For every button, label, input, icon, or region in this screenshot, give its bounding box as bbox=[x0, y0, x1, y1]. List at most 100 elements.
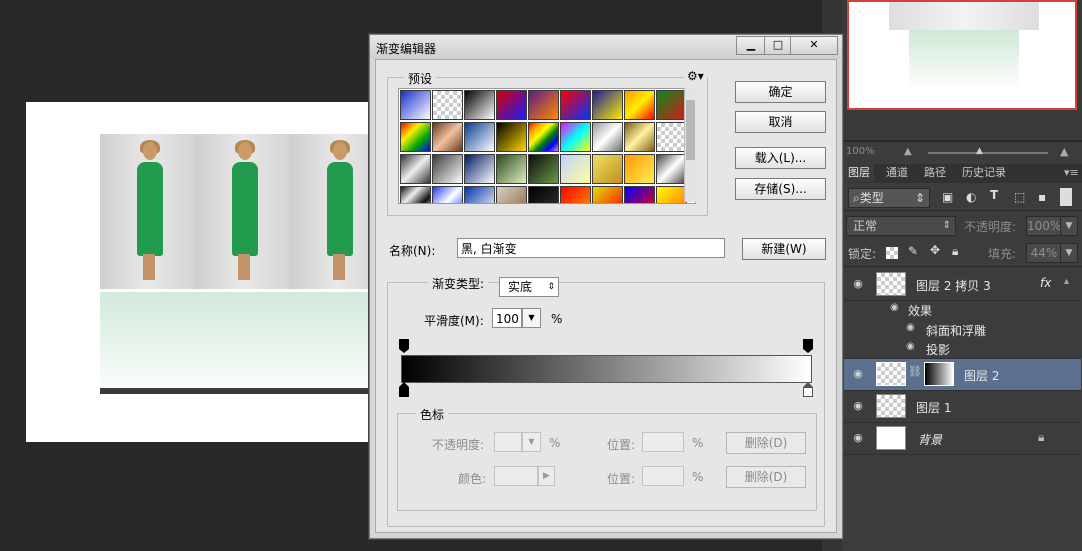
adjustment-filter-icon[interactable]: ◐ bbox=[966, 190, 976, 204]
chain-link-icon[interactable]: ⛓ bbox=[908, 365, 922, 378]
filter-kind-select[interactable]: ⌕类型 ⇕ bbox=[848, 188, 930, 208]
preset-swatch[interactable] bbox=[624, 90, 655, 120]
opacity-dropdown-icon[interactable]: ▼ bbox=[1060, 216, 1078, 236]
preset-swatch[interactable] bbox=[400, 186, 431, 203]
layer-name[interactable]: 图层 1 bbox=[916, 399, 951, 416]
delete-opacity-stop-button[interactable]: 删除(D) bbox=[726, 432, 806, 454]
layer-row-background[interactable]: ◉ 背景 🔒︎ bbox=[842, 423, 1081, 455]
tab-paths[interactable]: 路径 bbox=[920, 164, 950, 182]
color-stop-right[interactable] bbox=[803, 382, 813, 397]
preset-swatch[interactable] bbox=[464, 154, 495, 184]
shape-filter-icon[interactable]: ⬚ bbox=[1014, 190, 1025, 204]
layer-mask-thumbnail[interactable] bbox=[924, 362, 954, 386]
color-stop-left[interactable] bbox=[399, 382, 409, 397]
stop-opacity-input[interactable] bbox=[494, 432, 522, 452]
fill-field[interactable]: 44% bbox=[1026, 243, 1062, 263]
zoom-in-icon[interactable]: ▲ bbox=[1060, 145, 1068, 158]
lock-all-icon[interactable]: 🔒︎ bbox=[952, 244, 958, 259]
preset-swatch[interactable] bbox=[464, 122, 495, 152]
preset-swatch[interactable] bbox=[656, 122, 687, 152]
layer-row-layer2-selected[interactable]: ◉ ⛓ 图层 2 bbox=[842, 359, 1081, 391]
preset-swatch[interactable] bbox=[624, 186, 655, 203]
gradient-preview-bar[interactable] bbox=[401, 355, 812, 383]
color-location-input[interactable] bbox=[642, 466, 684, 486]
gradient-type-select[interactable]: 实底 ⇕ bbox=[499, 277, 559, 297]
preset-swatch[interactable] bbox=[432, 122, 463, 152]
ok-button[interactable]: 确定 bbox=[735, 81, 826, 103]
panel-menu-icon[interactable]: ▾≡ bbox=[1064, 166, 1079, 179]
opacity-field[interactable]: 100% bbox=[1026, 216, 1062, 236]
preset-swatch[interactable] bbox=[624, 122, 655, 152]
preset-swatch[interactable] bbox=[496, 122, 527, 152]
zoom-slider[interactable] bbox=[928, 152, 1048, 154]
preset-swatch[interactable] bbox=[496, 154, 527, 184]
preset-swatch[interactable] bbox=[464, 186, 495, 203]
collapse-arrow-icon[interactable]: ▴ bbox=[1064, 276, 1069, 287]
preset-swatch[interactable] bbox=[400, 154, 431, 184]
lock-move-icon[interactable]: ✥ bbox=[930, 243, 940, 257]
stop-color-swatch[interactable] bbox=[494, 466, 538, 486]
preset-swatches[interactable] bbox=[398, 88, 696, 204]
preset-swatch[interactable] bbox=[592, 186, 623, 203]
preset-swatch[interactable] bbox=[560, 122, 591, 152]
opacity-stop-right[interactable] bbox=[803, 339, 813, 353]
visibility-eye-icon[interactable]: ◉ bbox=[850, 366, 866, 382]
type-filter-icon[interactable]: T bbox=[990, 188, 998, 202]
preset-swatch[interactable] bbox=[528, 90, 559, 120]
preset-swatch[interactable] bbox=[560, 154, 591, 184]
lock-transparent-icon[interactable] bbox=[886, 247, 898, 259]
layer-name[interactable]: 图层 2 bbox=[964, 367, 999, 384]
preset-swatch[interactable] bbox=[656, 186, 687, 203]
smoothness-input[interactable]: 100 bbox=[492, 308, 522, 328]
visibility-eye-icon[interactable]: ◉ bbox=[850, 430, 866, 446]
image-filter-icon[interactable]: ▣ bbox=[942, 190, 953, 204]
minimize-button[interactable]: ▁ bbox=[736, 36, 766, 55]
preset-swatch[interactable] bbox=[432, 186, 463, 203]
stop-opacity-dropdown-icon[interactable]: ▼ bbox=[522, 432, 541, 452]
zoom-out-icon[interactable]: ▲ bbox=[904, 146, 912, 157]
cancel-button[interactable]: 取消 bbox=[735, 111, 826, 133]
layer-row-copy3[interactable]: ◉ 图层 2 拷贝 3 fx ▴ bbox=[842, 268, 1081, 301]
preset-swatch[interactable] bbox=[528, 154, 559, 184]
preset-swatch[interactable] bbox=[592, 154, 623, 184]
preset-swatch[interactable] bbox=[400, 90, 431, 120]
opacity-location-input[interactable] bbox=[642, 432, 684, 452]
stop-color-arrow-icon[interactable]: ▶ bbox=[538, 466, 555, 486]
visibility-eye-icon[interactable]: ◉ bbox=[850, 398, 866, 414]
name-input[interactable]: 黑, 白渐变 bbox=[457, 238, 725, 258]
opacity-stop-left[interactable] bbox=[399, 339, 409, 353]
preset-swatch[interactable] bbox=[528, 186, 559, 203]
effect-shadow-row[interactable]: ◉ 投影 bbox=[842, 340, 1081, 359]
visibility-eye-icon[interactable]: ◉ bbox=[906, 341, 915, 352]
effect-bevel-row[interactable]: ◉ 斜面和浮雕 bbox=[842, 320, 1081, 340]
delete-color-stop-button[interactable]: 删除(D) bbox=[726, 466, 806, 488]
preset-swatch[interactable] bbox=[496, 186, 527, 203]
tab-history[interactable]: 历史记录 bbox=[958, 164, 1010, 182]
fx-icon[interactable]: fx bbox=[1040, 276, 1051, 290]
preset-swatch[interactable] bbox=[432, 90, 463, 120]
preset-swatch[interactable] bbox=[656, 154, 687, 184]
load-button[interactable]: 载入(L)... bbox=[735, 147, 826, 169]
swatches-scrollbar[interactable] bbox=[684, 88, 696, 202]
lock-brush-icon[interactable]: ✎ bbox=[908, 244, 918, 258]
save-button[interactable]: 存储(S)... bbox=[735, 178, 826, 200]
zoom-slider-thumb[interactable]: ▲ bbox=[976, 146, 983, 156]
close-button[interactable]: ✕ bbox=[790, 36, 838, 55]
visibility-eye-icon[interactable]: ◉ bbox=[890, 302, 899, 313]
filter-toggle[interactable] bbox=[1060, 188, 1072, 206]
effects-row[interactable]: ◉ 效果 bbox=[842, 300, 1081, 320]
navigator-preview[interactable] bbox=[847, 0, 1077, 110]
gear-icon[interactable]: ⚙▾ bbox=[684, 69, 707, 83]
visibility-eye-icon[interactable]: ◉ bbox=[850, 276, 866, 292]
preset-swatch[interactable] bbox=[592, 90, 623, 120]
smoothness-dropdown-icon[interactable]: ▼ bbox=[522, 308, 541, 328]
document-canvas[interactable] bbox=[26, 102, 376, 442]
title-bar[interactable]: 渐变编辑器 ▁ □ ✕ bbox=[370, 35, 842, 59]
preset-swatch[interactable] bbox=[560, 186, 591, 203]
tab-channels[interactable]: 通道 bbox=[882, 164, 912, 182]
preset-swatch[interactable] bbox=[592, 122, 623, 152]
preset-swatch[interactable] bbox=[560, 90, 591, 120]
preset-swatch[interactable] bbox=[432, 154, 463, 184]
tab-layers[interactable]: 图层 bbox=[844, 164, 874, 182]
smart-object-filter-icon[interactable]: ▪ bbox=[1038, 190, 1046, 204]
